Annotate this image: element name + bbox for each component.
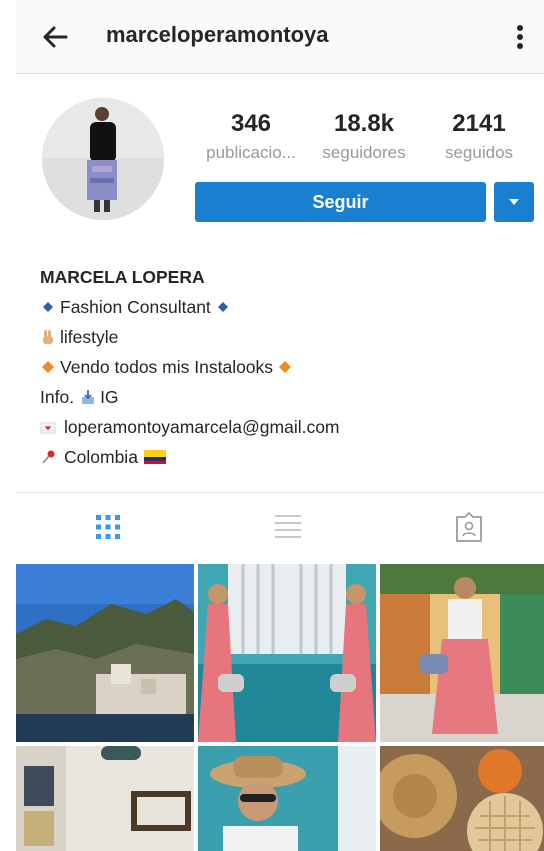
- more-options-icon[interactable]: [510, 20, 530, 54]
- profile-view-tabs: [16, 492, 544, 562]
- orange-diamond-icon: [279, 361, 292, 373]
- bio-line-4-text-a: Info.: [40, 387, 75, 407]
- pushpin-icon: [42, 450, 55, 464]
- chevron-down-icon: [509, 199, 519, 205]
- blue-diamond-icon: [217, 302, 228, 312]
- love-letter-icon: [40, 422, 56, 434]
- stat-following-value: 2141: [452, 110, 506, 137]
- bio-line-4: Info. IG: [40, 382, 520, 412]
- list-icon[interactable]: [272, 511, 304, 543]
- bio-line-3-text: Vendo todos mis Instalooks: [60, 357, 274, 377]
- stat-posts-value: 346: [230, 110, 272, 137]
- grid-icon[interactable]: [92, 511, 124, 543]
- bio-line-1: Fashion Consultant: [40, 292, 520, 322]
- tagged-icon[interactable]: [453, 511, 485, 543]
- suggestions-dropdown-button[interactable]: [494, 182, 534, 222]
- bio-location-text: Colombia: [64, 447, 138, 467]
- stat-following-label: seguidos: [444, 143, 514, 162]
- post-thumbnail-coastal-village[interactable]: [16, 564, 194, 742]
- victory-hand-icon: [43, 330, 53, 344]
- colombia-flag-icon: [143, 450, 166, 464]
- post-thumbnail-pink-outfit[interactable]: [198, 564, 376, 742]
- bio-location-line: Colombia: [40, 442, 520, 472]
- bio-line-4-text-b: IG: [100, 387, 119, 407]
- profile-username: marceloperamontoya: [106, 22, 329, 47]
- stat-followers[interactable]: 18.8k seguidores: [311, 108, 417, 166]
- bio-line-2: lifestyle: [40, 322, 520, 352]
- post-grid: [16, 564, 544, 851]
- stat-following[interactable]: 2141 seguidos: [434, 108, 524, 166]
- stat-followers-value: 18.8k: [333, 110, 395, 137]
- stat-posts[interactable]: 346 publicacio...: [193, 108, 309, 166]
- stat-followers-label: seguidores: [322, 143, 406, 162]
- bio-full-name: MARCELA LOPERA: [40, 267, 205, 287]
- inbox-tray-icon: [82, 390, 95, 404]
- bio-line-3: Vendo todos mis Instalooks: [40, 352, 520, 382]
- bio-email[interactable]: loperamontoyamarcela@gmail.com: [64, 412, 340, 442]
- back-arrow-icon[interactable]: [38, 20, 72, 54]
- avatar[interactable]: [42, 98, 164, 220]
- top-bar: marceloperamontoya: [16, 0, 544, 74]
- follow-button[interactable]: Seguir: [195, 182, 486, 222]
- profile-bio: MARCELA LOPERA Fashion Consultant lifest…: [40, 262, 520, 472]
- stat-posts-label: publicacio...: [206, 143, 296, 162]
- bio-line-2-text: lifestyle: [60, 327, 119, 347]
- bio-email-line[interactable]: loperamontoyamarcela@gmail.com: [40, 412, 520, 442]
- post-thumbnail-interior-frames[interactable]: [16, 746, 194, 851]
- post-thumbnail-sun-hat-portrait[interactable]: [198, 746, 376, 851]
- post-thumbnail-street-pink-skirt[interactable]: [380, 564, 544, 742]
- blue-diamond-icon: [43, 302, 53, 312]
- post-thumbnail-straw-hat-waffle[interactable]: [380, 746, 544, 851]
- orange-diamond-icon: [42, 361, 54, 373]
- bio-line-1-text: Fashion Consultant: [60, 297, 211, 317]
